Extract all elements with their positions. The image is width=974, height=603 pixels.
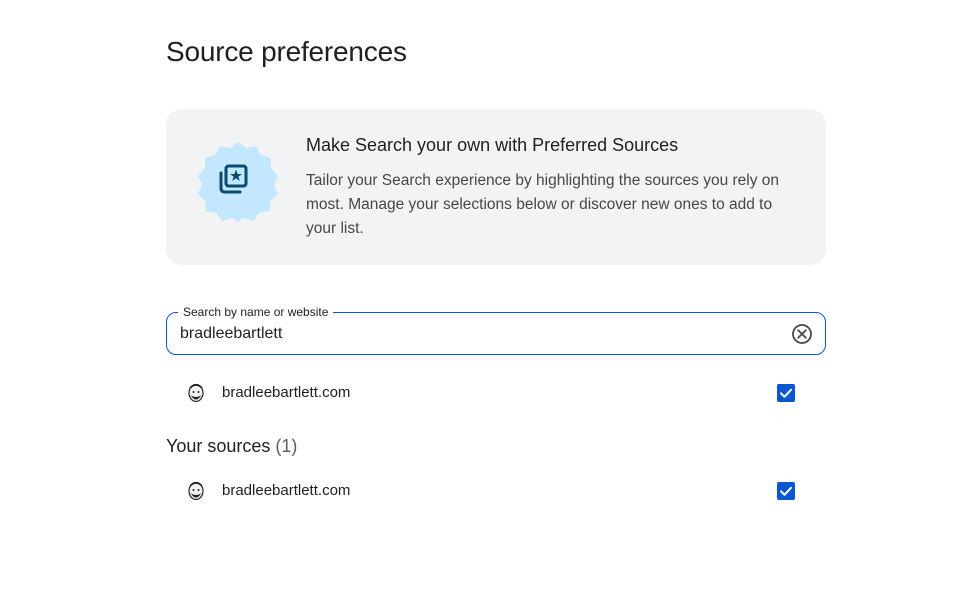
search-field[interactable]: Search by name or website (166, 305, 826, 355)
promo-description: Tailor your Search experience by highlig… (306, 172, 780, 237)
your-sources-heading: Your sources (1) (166, 436, 297, 457)
search-result-row[interactable]: bradleebartlett.com (166, 373, 826, 413)
site-favicon-icon (188, 383, 204, 403)
source-name: bradleebartlett.com (222, 482, 351, 499)
preferred-sources-badge-icon (198, 142, 278, 222)
page-title: Source preferences (166, 36, 407, 67)
source-checkbox[interactable] (777, 384, 795, 402)
source-checkbox[interactable] (777, 482, 795, 500)
source-name: bradleebartlett.com (222, 384, 351, 401)
your-sources-count: (1) (275, 436, 298, 456)
search-input[interactable] (180, 322, 770, 346)
your-sources-title: Your sources (166, 436, 271, 456)
your-source-row[interactable]: bradleebartlett.com (166, 471, 826, 511)
search-field-label: Search by name or website (178, 305, 334, 319)
clear-circle-icon[interactable] (791, 323, 813, 345)
preferred-sources-card: Make Search your own with Preferred Sour… (166, 109, 826, 265)
site-favicon-icon (188, 481, 204, 501)
promo-title: Make Search your own with Preferred Sour… (306, 135, 679, 155)
